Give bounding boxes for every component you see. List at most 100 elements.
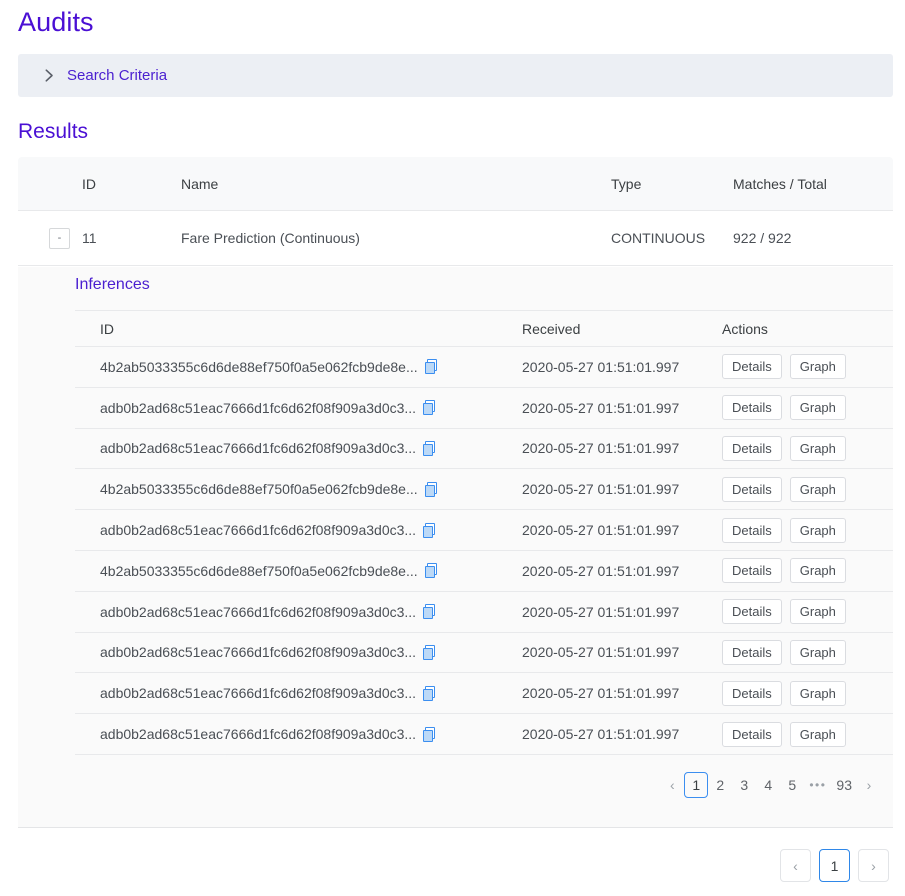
cell-inference-id: adb0b2ad68c51eac7666d1fc6d62f08f909a3d0c…: [75, 644, 522, 660]
pagination-page-3[interactable]: 3: [732, 772, 756, 798]
results-pagination-prev-button[interactable]: ‹: [780, 849, 811, 882]
cell-inference-actions: Details Graph: [722, 599, 893, 625]
inference-id-text: adb0b2ad68c51eac7666d1fc6d62f08f909a3d0c…: [100, 399, 417, 416]
graph-button[interactable]: Graph: [789, 435, 846, 461]
column-header-inference-actions: Actions: [722, 320, 768, 337]
inferences-row-list: 4b2ab5033355c6d6de88ef750f0a5e062fcb9de8…: [75, 347, 893, 755]
graph-button[interactable]: Graph: [789, 476, 846, 502]
results-table: ID Name Type Matches / Total - 11 Fare P…: [18, 157, 893, 266]
inference-id-text: adb0b2ad68c51eac7666d1fc6d62f08f909a3d0c…: [100, 440, 417, 457]
copy-icon[interactable]: [423, 726, 437, 742]
cell-inference-id: 4b2ab5033355c6d6de88ef750f0a5e062fcb9de8…: [75, 481, 522, 497]
details-button[interactable]: Details: [722, 435, 782, 461]
row-collapse-button[interactable]: -: [49, 227, 70, 249]
table-row: adb0b2ad68c51eac7666d1fc6d62f08f909a3d0c…: [75, 633, 893, 674]
column-header-inference-id: ID: [100, 320, 114, 337]
inference-id-text: adb0b2ad68c51eac7666d1fc6d62f08f909a3d0c…: [100, 685, 417, 702]
cell-name: Fare Prediction (Continuous): [181, 230, 360, 246]
cell-inference-id: 4b2ab5033355c6d6de88ef750f0a5e062fcb9de8…: [75, 563, 522, 579]
pagination-ellipsis: •••: [809, 778, 827, 792]
results-table-header: ID Name Type Matches / Total: [18, 157, 893, 211]
copy-icon[interactable]: [423, 644, 437, 660]
copy-icon[interactable]: [423, 400, 437, 416]
results-pagination-next-button[interactable]: ›: [858, 849, 889, 882]
results-pagination-page-1[interactable]: 1: [819, 849, 850, 882]
graph-button[interactable]: Graph: [789, 680, 846, 706]
chevron-right-icon: [42, 69, 56, 82]
details-button[interactable]: Details: [722, 680, 782, 706]
cell-inference-received: 2020-05-27 01:51:01.997: [522, 685, 680, 702]
graph-button[interactable]: Graph: [789, 599, 846, 625]
results-heading: Results: [18, 120, 89, 143]
column-header-matches-total: Matches / Total: [733, 175, 827, 192]
details-button[interactable]: Details: [722, 639, 782, 665]
search-criteria-label: Search Criteria: [67, 66, 168, 84]
details-button[interactable]: Details: [722, 721, 782, 747]
inference-id-text: adb0b2ad68c51eac7666d1fc6d62f08f909a3d0c…: [100, 522, 417, 539]
cell-matches-total: 922 / 922: [733, 230, 792, 246]
graph-button[interactable]: Graph: [789, 354, 846, 380]
search-criteria-accordion[interactable]: Search Criteria: [18, 54, 893, 97]
details-button[interactable]: Details: [722, 558, 782, 584]
cell-inference-actions: Details Graph: [722, 435, 893, 461]
pagination-next-button[interactable]: ›: [857, 772, 881, 798]
cell-inference-received: 2020-05-27 01:51:01.997: [522, 644, 680, 661]
graph-button[interactable]: Graph: [789, 639, 846, 665]
inference-id-text: adb0b2ad68c51eac7666d1fc6d62f08f909a3d0c…: [100, 603, 417, 620]
pagination-page-2[interactable]: 2: [708, 772, 732, 798]
inference-id-text: adb0b2ad68c51eac7666d1fc6d62f08f909a3d0c…: [100, 726, 417, 743]
cell-inference-received: 2020-05-27 01:51:01.997: [522, 603, 680, 620]
graph-button[interactable]: Graph: [789, 558, 846, 584]
cell-inference-received: 2020-05-27 01:51:01.997: [522, 358, 680, 375]
cell-inference-received: 2020-05-27 01:51:01.997: [522, 726, 680, 743]
graph-button[interactable]: Graph: [789, 721, 846, 747]
copy-icon[interactable]: [423, 604, 437, 620]
graph-button[interactable]: Graph: [789, 395, 846, 421]
inference-id-text: 4b2ab5033355c6d6de88ef750f0a5e062fcb9de8…: [100, 358, 418, 375]
details-button[interactable]: Details: [722, 599, 782, 625]
pagination-page-last[interactable]: 93: [831, 772, 857, 798]
pagination-prev-button[interactable]: ‹: [660, 772, 684, 798]
table-row: adb0b2ad68c51eac7666d1fc6d62f08f909a3d0c…: [75, 673, 893, 715]
copy-icon[interactable]: [423, 685, 437, 701]
cell-inference-actions: Details Graph: [722, 721, 893, 747]
cell-inference-id: adb0b2ad68c51eac7666d1fc6d62f08f909a3d0c…: [75, 604, 522, 620]
pagination-page-4[interactable]: 4: [756, 772, 780, 798]
expander-cell: -: [18, 227, 80, 249]
table-row: 4b2ab5033355c6d6de88ef750f0a5e062fcb9de8…: [75, 551, 893, 592]
cell-id: 11: [82, 230, 97, 246]
copy-icon[interactable]: [423, 440, 437, 456]
table-row: 4b2ab5033355c6d6de88ef750f0a5e062fcb9de8…: [75, 347, 893, 388]
pagination-page-1[interactable]: 1: [684, 772, 709, 798]
table-row: - 11 Fare Prediction (Continuous) CONTIN…: [18, 211, 893, 266]
table-row: adb0b2ad68c51eac7666d1fc6d62f08f909a3d0c…: [75, 714, 893, 755]
cell-inference-id: adb0b2ad68c51eac7666d1fc6d62f08f909a3d0c…: [75, 726, 522, 742]
inferences-title: Inferences: [75, 276, 150, 293]
column-header-type: Type: [611, 175, 642, 192]
copy-icon[interactable]: [423, 522, 437, 538]
details-button[interactable]: Details: [722, 517, 782, 543]
table-row: adb0b2ad68c51eac7666d1fc6d62f08f909a3d0c…: [75, 429, 893, 470]
copy-icon[interactable]: [424, 359, 439, 375]
details-button[interactable]: Details: [722, 476, 782, 502]
cell-inference-id: adb0b2ad68c51eac7666d1fc6d62f08f909a3d0c…: [75, 685, 522, 701]
cell-inference-actions: Details Graph: [722, 517, 893, 543]
cell-inference-id: adb0b2ad68c51eac7666d1fc6d62f08f909a3d0c…: [75, 400, 522, 416]
column-header-name: Name: [181, 175, 219, 192]
cell-inference-actions: Details Graph: [722, 395, 893, 421]
audits-page: Audits Search Criteria Results ID Name T…: [0, 0, 905, 896]
graph-button[interactable]: Graph: [789, 517, 846, 543]
column-header-id: ID: [82, 175, 96, 192]
copy-icon[interactable]: [424, 563, 439, 579]
pagination-page-5[interactable]: 5: [780, 772, 804, 798]
column-header-inference-received: Received: [522, 320, 581, 337]
copy-icon[interactable]: [424, 481, 439, 497]
table-row: adb0b2ad68c51eac7666d1fc6d62f08f909a3d0c…: [75, 592, 893, 633]
cell-inference-received: 2020-05-27 01:51:01.997: [522, 481, 680, 498]
results-pagination: ‹ 1 ›: [780, 849, 889, 882]
details-button[interactable]: Details: [722, 395, 782, 421]
cell-inference-id: adb0b2ad68c51eac7666d1fc6d62f08f909a3d0c…: [75, 522, 522, 538]
cell-inference-actions: Details Graph: [722, 639, 893, 665]
page-title: Audits: [18, 7, 94, 37]
details-button[interactable]: Details: [722, 354, 782, 380]
